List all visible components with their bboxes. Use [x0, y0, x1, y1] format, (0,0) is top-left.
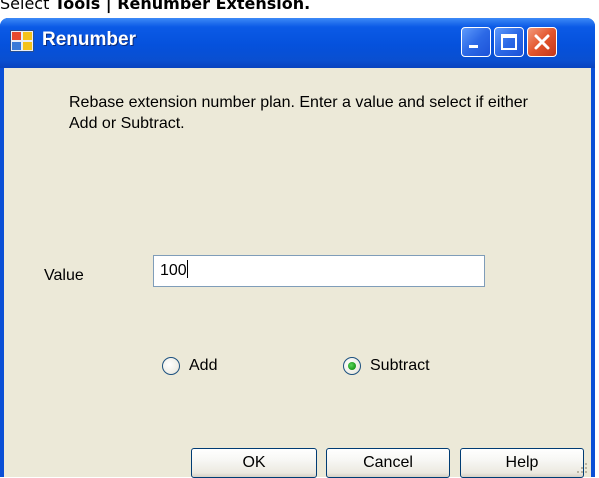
- text-caret: [186, 260, 188, 278]
- value-label: Value: [44, 267, 84, 284]
- title-bar[interactable]: Renumber: [0, 18, 595, 68]
- add-radio-label[interactable]: Add: [189, 357, 217, 375]
- help-button[interactable]: Help: [460, 448, 584, 478]
- app-grid-icon: [10, 30, 34, 52]
- add-radio[interactable]: Add: [162, 357, 217, 375]
- dialog-body: Rebase extension number plan. Enter a va…: [4, 68, 591, 478]
- maximize-button[interactable]: [494, 27, 524, 57]
- minimize-button[interactable]: [461, 27, 491, 57]
- close-button[interactable]: [527, 27, 557, 57]
- value-input[interactable]: 100: [153, 255, 485, 287]
- resize-grip-icon[interactable]: [575, 461, 589, 475]
- subtract-radio[interactable]: Subtract: [343, 357, 430, 375]
- description-text: Rebase extension number plan. Enter a va…: [69, 94, 528, 132]
- maximize-icon: [501, 34, 517, 50]
- subtract-radio-label[interactable]: Subtract: [370, 357, 430, 375]
- renumber-dialog-window: Renumber Rebase extension number plan. E…: [0, 18, 595, 478]
- value-input-text: 100: [160, 262, 187, 279]
- window-title: Renumber: [42, 29, 136, 50]
- caption-prefix: Select: [0, 0, 55, 13]
- add-radio-circle[interactable]: [162, 357, 180, 375]
- subtract-radio-circle[interactable]: [343, 357, 361, 375]
- radio-selected-dot: [348, 362, 356, 370]
- caption-menu-path: Tools | Renumber Extension.: [54, 0, 311, 13]
- cancel-button[interactable]: Cancel: [326, 448, 450, 478]
- close-icon: [534, 34, 550, 50]
- minimize-icon: [469, 45, 478, 48]
- ok-button[interactable]: OK: [191, 448, 317, 478]
- page-caption: Select Tools | Renumber Extension.: [0, 0, 310, 13]
